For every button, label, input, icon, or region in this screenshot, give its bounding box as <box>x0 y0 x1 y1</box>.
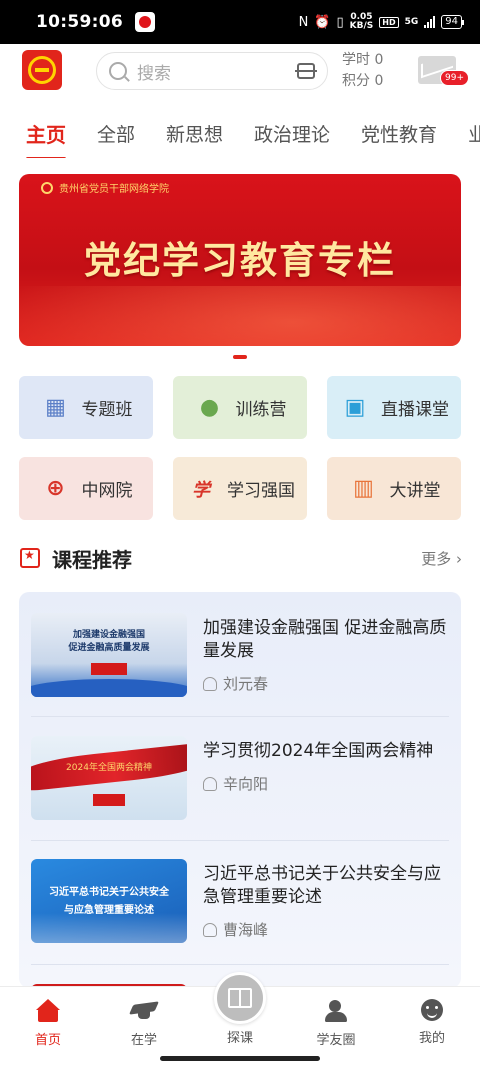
course-title: 加强建设金融强国 促进金融高质量发展 <box>203 618 447 661</box>
face-icon <box>421 999 443 1021</box>
user-icon <box>203 676 217 691</box>
quick-link-xuexi[interactable]: 学 学习强国 <box>173 457 307 520</box>
banner-pagination <box>0 355 480 359</box>
course-thumbnail: 习近平总书记关于公共安全 与应急管理重要论述 <box>31 859 187 943</box>
course-thumbnail: 2024年全国两会精神 <box>31 736 187 820</box>
quick-link-cnaedu[interactable]: ⊕ 中网院 <box>19 457 153 520</box>
graduation-cap-icon <box>131 999 157 1023</box>
alarm-icon: ⏰ <box>314 14 331 30</box>
live-tv-icon: ▣ <box>344 395 366 420</box>
tab-all[interactable]: 全部 <box>97 120 135 147</box>
signal-icon <box>424 16 436 28</box>
quick-links: ▦ 专题班 ● 训练营 ▣ 直播课堂 ⊕ 中网院 学 学习强国 ▥ 大讲堂 <box>19 376 461 520</box>
book-icon <box>228 988 252 1008</box>
scan-icon[interactable] <box>295 63 317 79</box>
search-icon <box>109 62 127 80</box>
points: 积分 0 <box>342 73 384 89</box>
nfc-icon: N <box>298 14 309 30</box>
quick-link-lecture[interactable]: ▥ 大讲堂 <box>327 457 461 520</box>
status-bar: 10:59:06 N ⏰ ▯ 0.05 KB/S HD 5G 94 <box>0 0 480 44</box>
xuexi-logo-icon: 学 <box>192 479 210 501</box>
nav-studying[interactable]: 在学 <box>104 999 184 1048</box>
recommend-icon <box>20 548 40 568</box>
course-title: 学习贯彻2024年全国两会精神 <box>203 741 434 761</box>
banner[interactable]: 贵州省党员干部网络学院 党纪学习教育专栏 <box>19 174 461 346</box>
vibrate-icon: ▯ <box>336 14 344 30</box>
quick-link-topic-class[interactable]: ▦ 专题班 <box>19 376 153 439</box>
user-stats[interactable]: 学时 0 积分 0 <box>342 50 383 92</box>
net-speed: 0.05 KB/S <box>349 12 374 31</box>
category-tabs: 主页 全部 新思想 政治理论 党性教育 业 <box>0 108 480 158</box>
banner-org: 贵州省党员干部网络学院 <box>41 180 169 195</box>
class-icon: ▦ <box>45 395 66 420</box>
section-title: 课程推荐 <box>52 547 132 572</box>
course-author: 曹海峰 <box>203 919 451 940</box>
quick-link-live-class[interactable]: ▣ 直播课堂 <box>327 376 461 439</box>
divider <box>31 840 449 841</box>
app-logo[interactable] <box>22 50 62 90</box>
hd-icon: HD <box>379 16 399 28</box>
course-title: 习近平总书记关于公共安全与应急管理重要论述 <box>203 864 441 907</box>
network-type: 5G <box>404 16 419 27</box>
nav-classmates[interactable]: 学友圈 <box>296 999 376 1048</box>
nav-explore-button[interactable] <box>214 972 266 1024</box>
course-item[interactable]: 加强建设金融强国 促进金融高质量发展 加强建设金融强国 促进金融高质量发展 刘元… <box>31 613 451 713</box>
mail-badge: 99+ <box>440 70 469 86</box>
section-header: 课程推荐 更多 › <box>20 540 462 576</box>
user-icon <box>203 922 217 937</box>
people-icon <box>323 999 349 1023</box>
course-thumbnail: 加强建设金融强国 促进金融高质量发展 <box>31 613 187 697</box>
cnaedu-logo-icon: ⊕ <box>46 476 65 501</box>
home-icon <box>35 999 61 1023</box>
study-hours: 学时 0 <box>342 52 384 68</box>
tab-home[interactable]: 主页 <box>26 119 66 148</box>
status-time: 10:59:06 <box>36 12 123 32</box>
search-bar[interactable]: 搜索 <box>96 52 328 90</box>
app-header: 搜索 学时 0 积分 0 99+ <box>0 44 480 102</box>
quick-link-training-camp[interactable]: ● 训练营 <box>173 376 307 439</box>
home-indicator[interactable] <box>160 1056 320 1061</box>
battery-icon: 94 <box>441 15 464 29</box>
course-list: 加强建设金融强国 促进金融高质量发展 加强建设金融强国 促进金融高质量发展 刘元… <box>19 592 461 988</box>
tab-party-education[interactable]: 党性教育 <box>361 120 437 147</box>
divider <box>31 716 449 717</box>
status-icons: N ⏰ ▯ 0.05 KB/S HD 5G 94 <box>298 12 464 31</box>
user-icon <box>203 776 217 791</box>
nav-explore-label: 探课 <box>226 1031 253 1046</box>
tab-more[interactable]: 业 <box>468 120 480 147</box>
nav-mine[interactable]: 我的 <box>392 999 472 1046</box>
banner-title: 党纪学习教育专栏 <box>84 239 396 282</box>
course-item[interactable]: 2024年全国两会精神 学习贯彻2024年全国两会精神 辛向阳 <box>31 736 451 836</box>
search-input[interactable]: 搜索 <box>137 59 171 84</box>
camp-icon: ● <box>199 395 220 420</box>
lecture-icon: ▥ <box>353 476 374 501</box>
notification-app-icon <box>134 12 155 32</box>
divider <box>31 964 449 965</box>
nav-home[interactable]: 首页 <box>8 999 88 1048</box>
tab-new-thought[interactable]: 新思想 <box>166 120 223 147</box>
course-author: 刘元春 <box>203 673 451 694</box>
org-emblem-icon <box>41 181 53 194</box>
course-item[interactable]: 习近平总书记关于公共安全 与应急管理重要论述 习近平总书记关于公共安全与应急管理… <box>31 859 451 959</box>
pagination-dot-active <box>233 355 247 359</box>
course-author: 辛向阳 <box>203 773 451 794</box>
more-link[interactable]: 更多 › <box>421 548 462 569</box>
tab-political-theory[interactable]: 政治理论 <box>254 120 330 147</box>
